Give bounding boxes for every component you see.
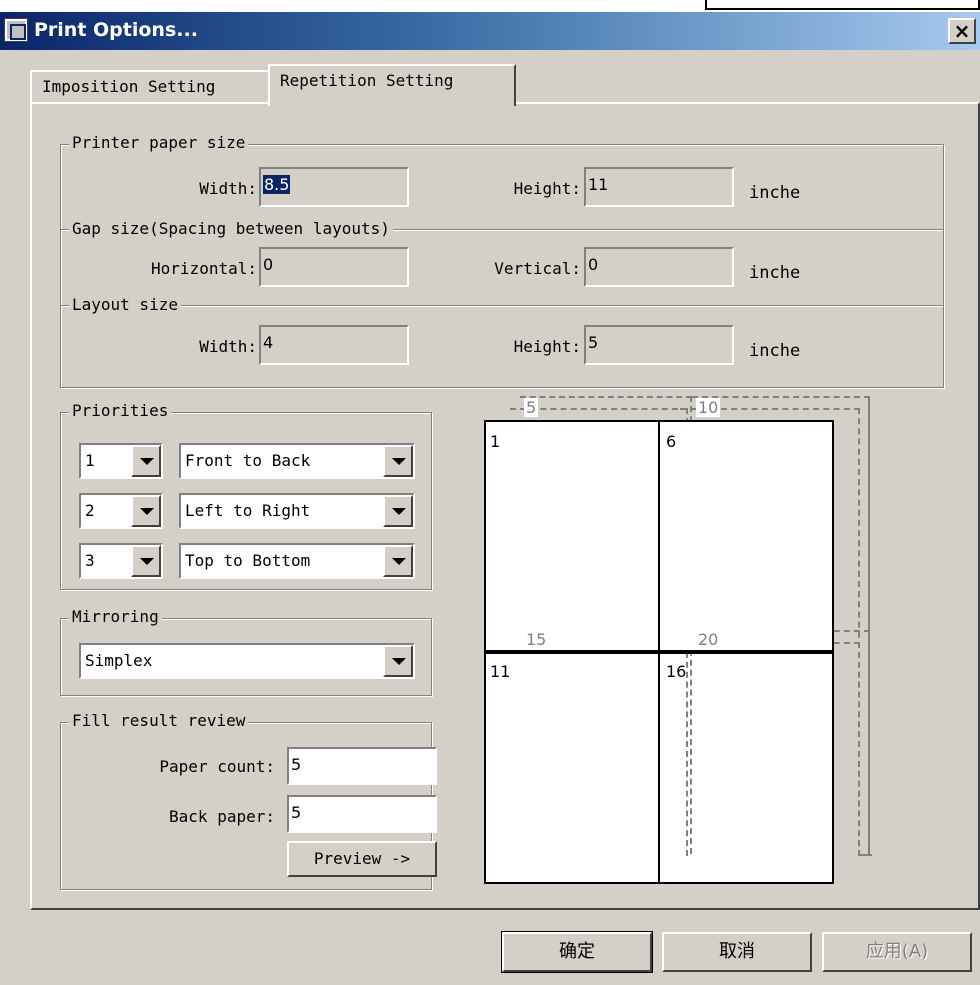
priorities-group: Priorities 1 Front to Back 2 Left to Rig… bbox=[60, 401, 432, 590]
paper-count-label: Paper count: bbox=[159, 757, 275, 776]
tab-panel: Printer paper size Width: 8.5 Height: 11… bbox=[30, 102, 980, 910]
back-page-number: 20 bbox=[696, 630, 721, 649]
page-11 bbox=[484, 650, 660, 884]
back-page-number: 5 bbox=[524, 398, 539, 417]
back-page-edge bbox=[860, 854, 872, 856]
gap-horizontal-label: Horizontal: bbox=[151, 259, 257, 278]
layout-size-legend: Layout size bbox=[69, 295, 181, 314]
layout-preview: 5 10 15 20 1 6 11 16 bbox=[484, 394, 884, 894]
chevron-down-icon[interactable] bbox=[383, 645, 413, 677]
gap-horizontal-field[interactable]: 0 bbox=[259, 247, 409, 287]
paper-unit-label: inche bbox=[749, 183, 801, 203]
ok-button[interactable]: 确定 bbox=[501, 931, 653, 973]
chevron-down-icon[interactable] bbox=[383, 495, 413, 527]
chevron-down-icon[interactable] bbox=[131, 495, 161, 527]
priority-1-direction-select[interactable]: Front to Back bbox=[179, 443, 415, 479]
paper-width-label: Width: bbox=[199, 179, 257, 198]
mirroring-legend: Mirroring bbox=[69, 607, 162, 626]
mirroring-select[interactable]: Simplex bbox=[79, 643, 415, 679]
layout-height-label: Height: bbox=[513, 337, 581, 356]
priority-3-direction-select[interactable]: Top to Bottom bbox=[179, 543, 415, 579]
back-paper-label: Back paper: bbox=[169, 807, 275, 826]
mirroring-group: Mirroring Simplex bbox=[60, 607, 432, 696]
close-icon: × bbox=[953, 19, 971, 43]
page-number: 11 bbox=[490, 662, 511, 681]
fill-result-review-legend: Fill result review bbox=[69, 711, 249, 730]
print-options-icon bbox=[4, 18, 28, 42]
layout-width-label: Width: bbox=[199, 337, 257, 356]
priority-1-number-select[interactable]: 1 bbox=[79, 443, 163, 479]
back-page-number: 10 bbox=[696, 398, 721, 417]
priorities-legend: Priorities bbox=[69, 401, 172, 420]
page-number: 6 bbox=[666, 432, 677, 451]
close-button[interactable]: × bbox=[948, 18, 976, 44]
chevron-down-icon[interactable] bbox=[131, 445, 161, 477]
back-paper-field[interactable]: 5 bbox=[287, 795, 437, 833]
chevron-down-icon[interactable] bbox=[383, 545, 413, 577]
gap-unit-label: inche bbox=[749, 263, 801, 283]
preview-button[interactable]: Preview -> bbox=[287, 841, 437, 877]
divider bbox=[61, 305, 943, 307]
tab-repetition-setting[interactable]: Repetition Setting bbox=[268, 64, 516, 106]
printer-paper-size-legend: Printer paper size bbox=[69, 133, 249, 152]
layout-width-field[interactable]: 4 bbox=[259, 325, 409, 365]
paper-height-label: Height: bbox=[513, 179, 581, 198]
paper-height-field[interactable]: 11 bbox=[584, 167, 734, 207]
gap-size-legend: Gap size(Spacing between layouts) bbox=[69, 219, 393, 238]
page-number: 1 bbox=[490, 432, 501, 451]
chevron-down-icon[interactable] bbox=[383, 445, 413, 477]
fill-result-review-group: Fill result review Paper count: 5 Back p… bbox=[60, 711, 437, 890]
priority-3-number-select[interactable]: 3 bbox=[79, 543, 163, 579]
priority-2-direction-select[interactable]: Left to Right bbox=[179, 493, 415, 529]
page-16 bbox=[658, 650, 834, 884]
window-title: Print Options... bbox=[34, 19, 198, 41]
gap-vertical-label: Vertical: bbox=[494, 259, 581, 278]
page-1 bbox=[484, 420, 660, 654]
layout-height-field[interactable]: 5 bbox=[584, 325, 734, 365]
tab-imposition-setting[interactable]: Imposition Setting bbox=[30, 70, 270, 104]
size-settings-group: Printer paper size Width: 8.5 Height: 11… bbox=[60, 133, 944, 388]
priority-2-number-select[interactable]: 2 bbox=[79, 493, 163, 529]
layout-unit-label: inche bbox=[749, 341, 801, 361]
page-number: 16 bbox=[666, 662, 687, 681]
title-bar[interactable]: Print Options... × bbox=[0, 12, 980, 50]
gap-vertical-field[interactable]: 0 bbox=[584, 247, 734, 287]
background-window-edge bbox=[705, 0, 980, 10]
paper-width-field[interactable]: 8.5 bbox=[259, 167, 409, 207]
page-6 bbox=[658, 420, 834, 654]
chevron-down-icon[interactable] bbox=[131, 545, 161, 577]
back-page-number: 15 bbox=[524, 630, 549, 649]
paper-count-field[interactable]: 5 bbox=[287, 747, 437, 785]
apply-button[interactable]: 应用(A) bbox=[822, 932, 972, 972]
cancel-button[interactable]: 取消 bbox=[662, 932, 812, 972]
